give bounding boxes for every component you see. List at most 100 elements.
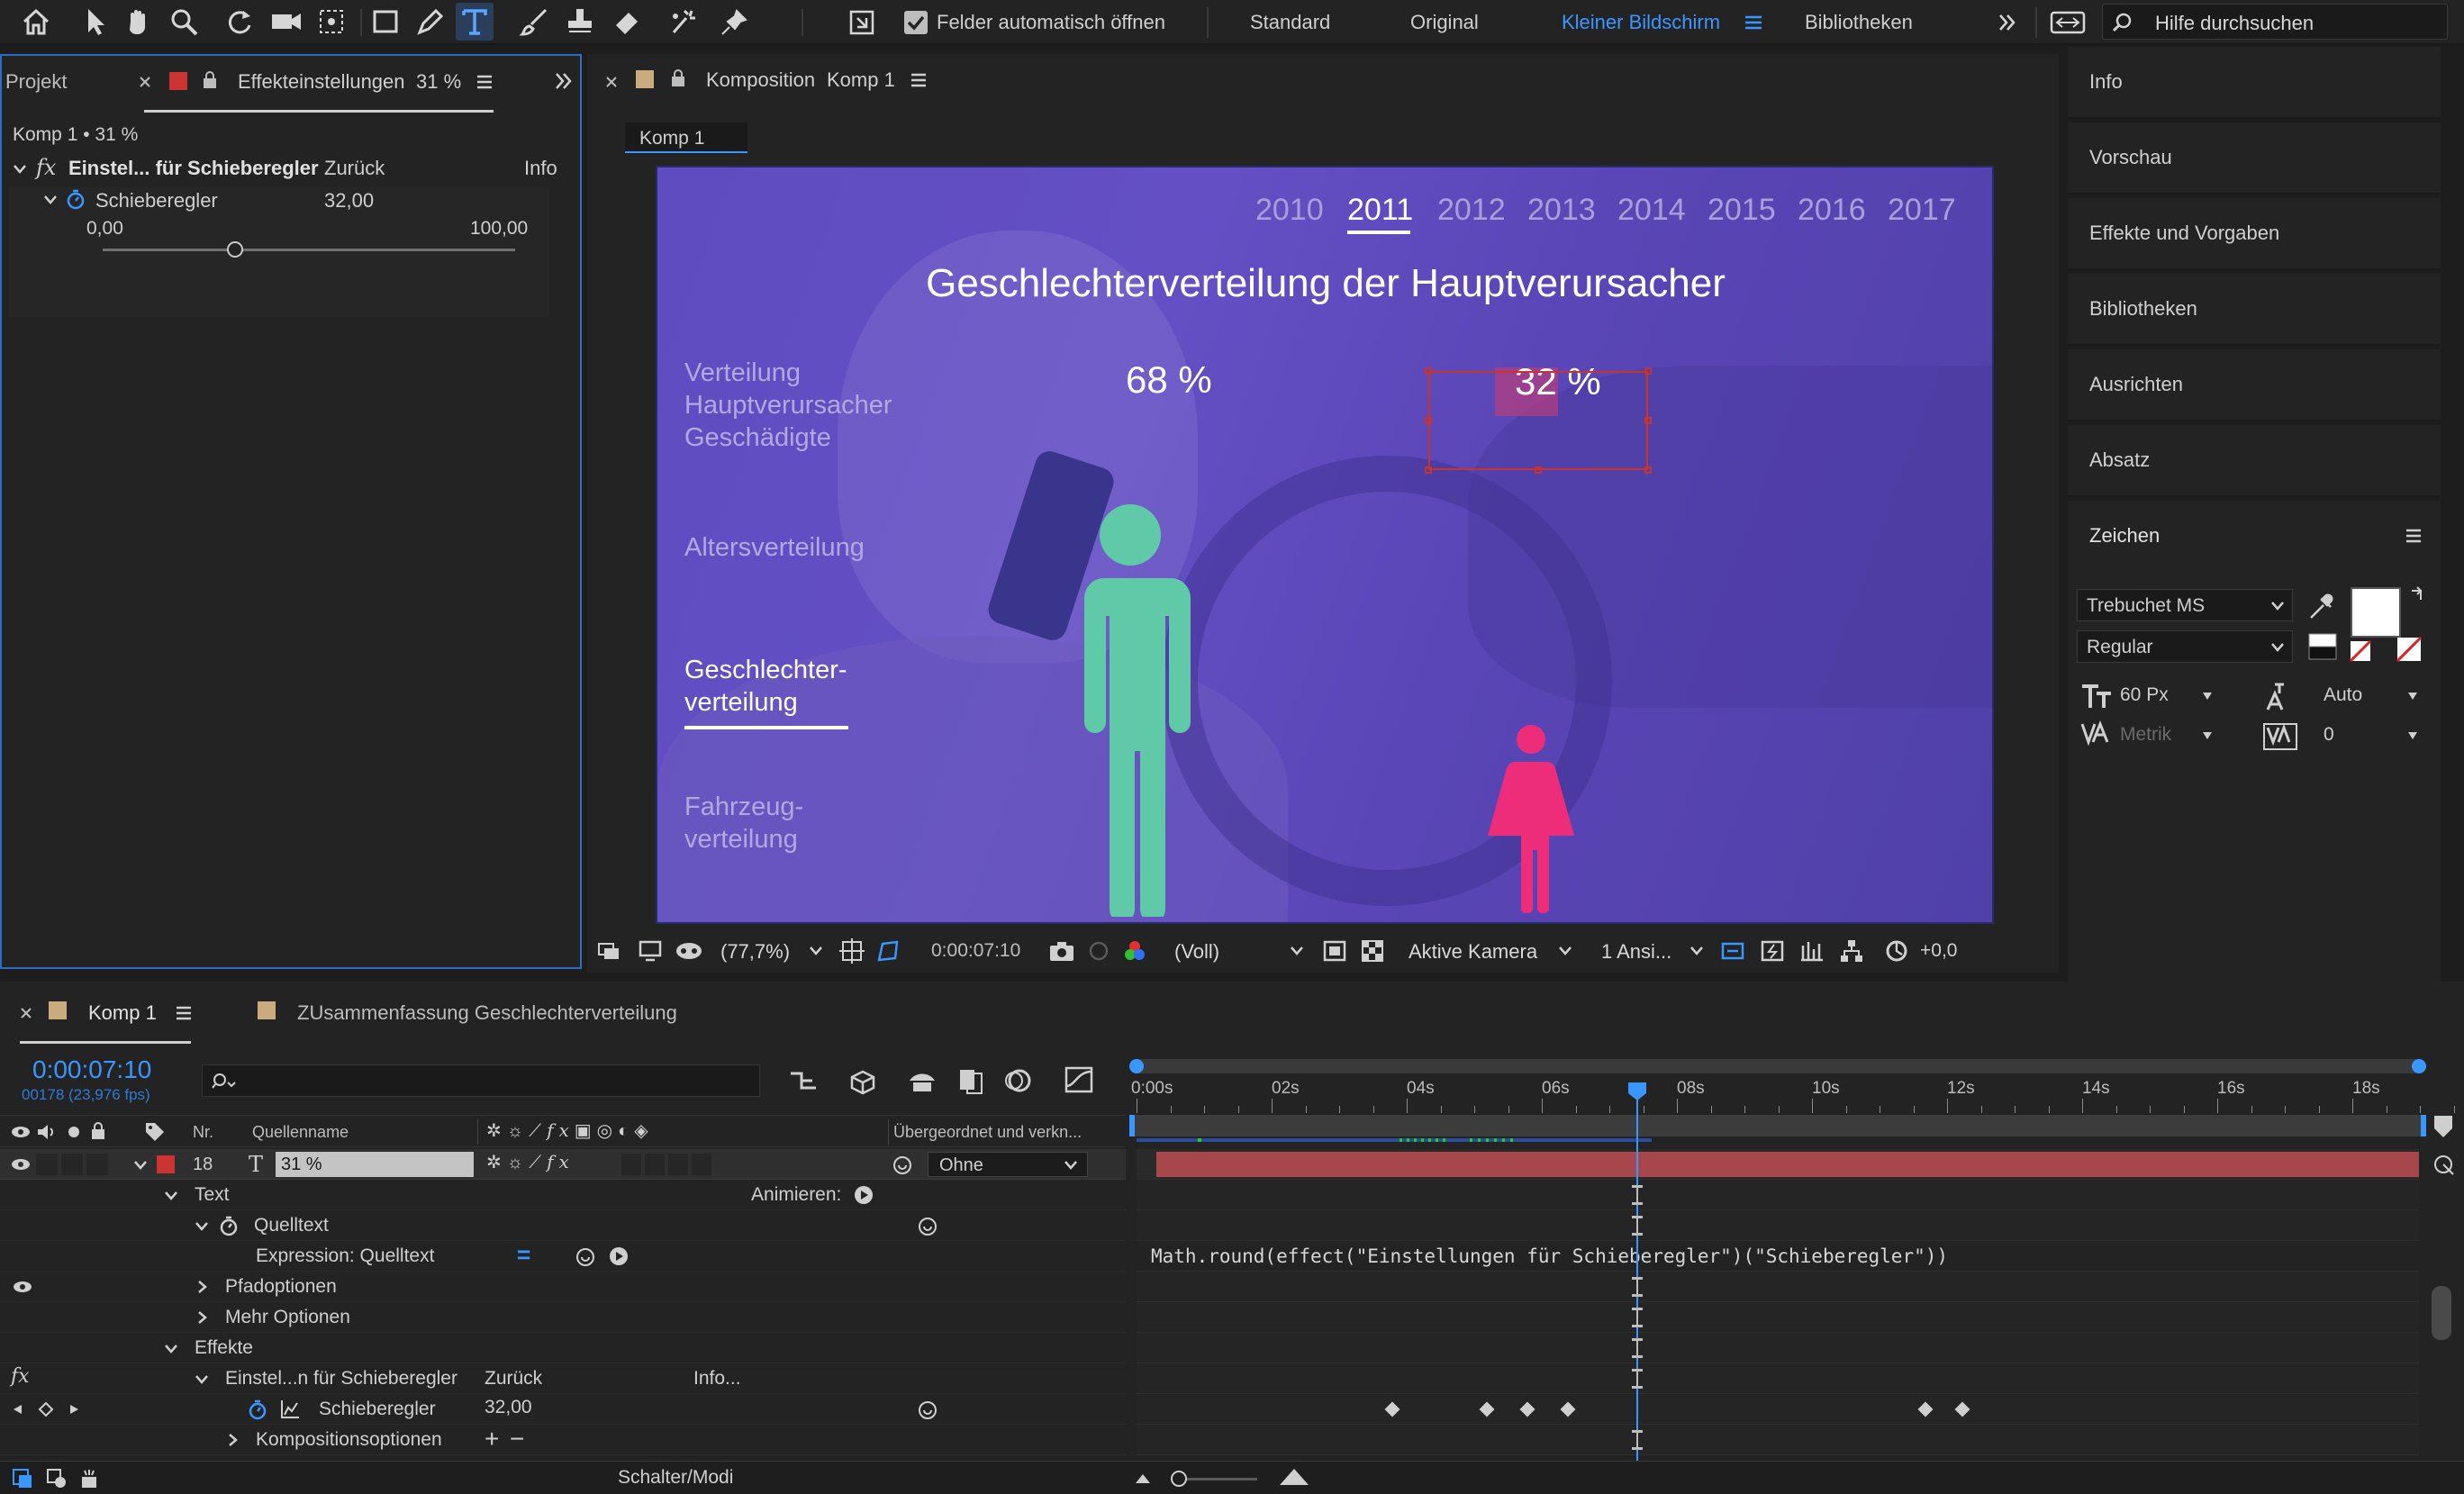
shy-layers-icon[interactable]	[906, 1066, 938, 1095]
default-colors-icon[interactable]	[2305, 630, 2342, 663]
year-2017[interactable]: 2017	[1888, 193, 1956, 228]
close-icon[interactable]	[20, 1007, 32, 1019]
workspace-original[interactable]: Original	[1410, 11, 1479, 34]
timeline-tab-komp1[interactable]: Komp 1	[88, 1001, 157, 1025]
mask-path-icon[interactable]	[875, 938, 901, 964]
prop-slider-value[interactable]: 32,00	[485, 1397, 532, 1418]
work-area-bar[interactable]	[1129, 1115, 2426, 1136]
timeline-scrollbar-thumb[interactable]	[2432, 1286, 2451, 1340]
font-family-select[interactable]: Trebuchet MS	[2077, 589, 2293, 621]
stopwatch-icon[interactable]	[65, 187, 86, 211]
chevron-down-icon[interactable]	[43, 193, 58, 207]
year-2013[interactable]: 2013	[1527, 193, 1596, 228]
motion-blur-icon[interactable]	[1001, 1066, 1034, 1095]
time-navigator[interactable]	[1129, 1059, 2426, 1073]
layer-solo-slot[interactable]	[61, 1154, 83, 1175]
menu-gender-1[interactable]: Geschlechter-	[684, 656, 847, 685]
year-2014[interactable]: 2014	[1617, 193, 1686, 228]
slider-value[interactable]: 32,00	[324, 189, 374, 213]
panel-paragraph[interactable]: Absatz	[2068, 425, 2441, 497]
navigator-start-handle[interactable]	[1129, 1059, 1144, 1073]
roto-brush-icon[interactable]	[666, 5, 702, 38]
viewer-timecode[interactable]: 0:00:07:10	[931, 940, 1020, 962]
leading-value[interactable]: Auto	[2324, 684, 2362, 706]
puppet-pin-icon[interactable]	[719, 5, 751, 38]
prop-effect-info[interactable]: Info...	[693, 1368, 741, 1390]
audio-icon[interactable]	[36, 1123, 56, 1141]
keyframe[interactable]	[1917, 1401, 1934, 1417]
pick-whip-icon[interactable]	[917, 1399, 938, 1421]
selection-tool-icon[interactable]	[79, 5, 112, 38]
chevron-down-icon[interactable]	[13, 162, 27, 177]
next-keyframe-icon[interactable]	[68, 1403, 81, 1416]
expression-code[interactable]: Math.round(effect("Einstellungen für Sch…	[1151, 1245, 1948, 1267]
eye-icon[interactable]	[11, 1123, 31, 1141]
year-2016[interactable]: 2016	[1798, 193, 1866, 228]
chevron-down-icon[interactable]	[2201, 690, 2214, 702]
comp-subtab[interactable]: Komp 1	[625, 122, 747, 153]
expression-enable-icon[interactable]: =	[517, 1241, 530, 1269]
fx-icon[interactable]: fx	[36, 155, 56, 180]
prev-keyframe-icon[interactable]	[11, 1403, 23, 1416]
workspace-standard[interactable]: Standard	[1250, 11, 1330, 34]
timeline-search-input[interactable]	[202, 1064, 760, 1097]
always-preview-icon[interactable]	[596, 938, 621, 964]
pen-tool-icon[interactable]	[414, 5, 447, 38]
prop-effect-reset[interactable]: Zurück	[485, 1368, 542, 1390]
views-select[interactable]: 1 Ansi...	[1601, 940, 1671, 964]
chevron-down-icon[interactable]	[195, 1219, 209, 1234]
timeline-timecode[interactable]: 0:00:07:10	[32, 1055, 151, 1084]
layer-controls-icon[interactable]	[45, 1467, 68, 1490]
chevron-down-icon[interactable]	[2201, 729, 2214, 742]
chevron-down-icon[interactable]	[2406, 729, 2419, 742]
zoom-tool-icon[interactable]	[168, 5, 200, 38]
keyframe[interactable]	[1560, 1401, 1575, 1417]
title-safe-icon[interactable]	[839, 938, 865, 964]
show-snapshot-icon[interactable]	[1086, 938, 1111, 964]
home-icon[interactable]	[20, 5, 52, 38]
year-2011[interactable]: 2011	[1347, 193, 1413, 228]
lock-icon[interactable]	[90, 1121, 106, 1141]
fx-icon[interactable]: fx	[11, 1365, 30, 1388]
layer-switch-slot[interactable]	[621, 1154, 641, 1175]
panel-menu-icon[interactable]	[910, 72, 928, 88]
selection-bounding-box[interactable]	[1428, 371, 1648, 470]
panel-libraries[interactable]: Bibliotheken	[2068, 274, 2441, 346]
bbox-handle[interactable]	[1425, 417, 1432, 424]
layer-switch-slot[interactable]	[668, 1154, 688, 1175]
chevron-right-icon[interactable]	[195, 1310, 209, 1325]
layer-switches[interactable]: ✲☼⟋fx	[486, 1151, 575, 1173]
camera-select[interactable]: Aktive Kamera	[1409, 940, 1537, 964]
tab-composition[interactable]: Komposition	[706, 68, 815, 92]
tab-effect-controls-layer[interactable]: 31 %	[416, 70, 461, 94]
chevron-right-icon[interactable]	[225, 1433, 240, 1447]
year-2010[interactable]: 2010	[1255, 193, 1324, 228]
pick-whip-icon[interactable]	[892, 1154, 913, 1176]
tab-effect-controls[interactable]: Effekteinstellungen	[238, 70, 405, 94]
effect-reset-link[interactable]: Zurück	[324, 157, 385, 180]
workspace-small-screen[interactable]: Kleiner Bildschirm	[1562, 11, 1720, 34]
effect-info-link[interactable]: Info	[524, 157, 557, 180]
panel-menu-icon[interactable]	[175, 1005, 193, 1021]
chevron-down-icon[interactable]	[1689, 944, 1704, 958]
transparency-grid-icon[interactable]	[1360, 938, 1385, 964]
add-keyframe-icon[interactable]	[38, 1401, 54, 1417]
graph-editor-icon[interactable]	[1063, 1064, 1095, 1095]
monitor-icon[interactable]	[638, 938, 663, 964]
chevron-double-right-icon[interactable]	[553, 70, 575, 92]
swap-colors-icon[interactable]	[2408, 585, 2426, 603]
keyframe[interactable]	[1479, 1401, 1494, 1417]
hand-tool-icon[interactable]	[122, 5, 155, 38]
comp-mini-flowchart-icon[interactable]	[11, 1467, 34, 1490]
panel-align[interactable]: Ausrichten	[2068, 349, 2441, 421]
eye-icon[interactable]	[13, 1278, 32, 1296]
zoom-slider-thumb[interactable]	[1171, 1471, 1187, 1487]
keyframe[interactable]	[1384, 1401, 1400, 1417]
work-area-start[interactable]	[1129, 1115, 1135, 1136]
comp-viewer-canvas[interactable]: 2010 2011 2012 2013 2014 2015 2016 2017 …	[656, 166, 1994, 924]
lock-icon[interactable]	[202, 70, 218, 90]
year-2015[interactable]: 2015	[1708, 193, 1776, 228]
chevron-down-icon[interactable]	[164, 1189, 178, 1203]
snapping-icon[interactable]	[847, 7, 877, 38]
time-ruler[interactable]: 0:00s 02s 04s 06s 08s 10s 12s 14s 16s 18s	[1129, 1077, 2455, 1113]
